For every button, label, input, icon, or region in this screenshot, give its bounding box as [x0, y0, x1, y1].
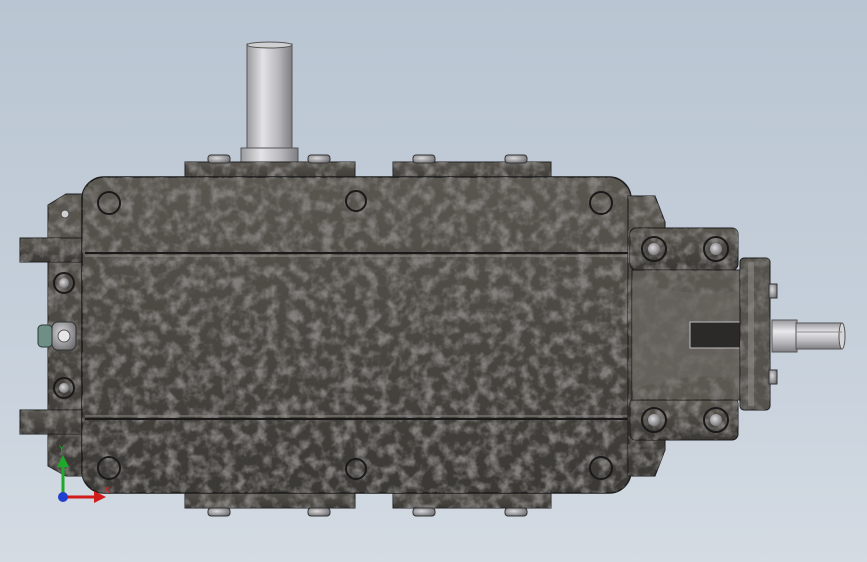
gearbox-model[interactable]: Y X: [0, 0, 867, 562]
main-housing[interactable]: [81, 176, 632, 494]
origin-icon: [58, 492, 68, 502]
triad-y-label: Y: [58, 445, 65, 455]
output-flange[interactable]: [739, 257, 778, 411]
vertical-shaft[interactable]: [240, 41, 299, 165]
horizontal-shaft[interactable]: [771, 319, 846, 353]
right-bearing-housing[interactable]: [627, 195, 743, 477]
triad-x-label: X: [104, 486, 110, 496]
bottom-bolts: [207, 507, 528, 517]
oil-plug[interactable]: [37, 321, 77, 351]
left-end-cap[interactable]: [19, 193, 85, 477]
graphics-viewport[interactable]: Y X: [0, 0, 867, 562]
